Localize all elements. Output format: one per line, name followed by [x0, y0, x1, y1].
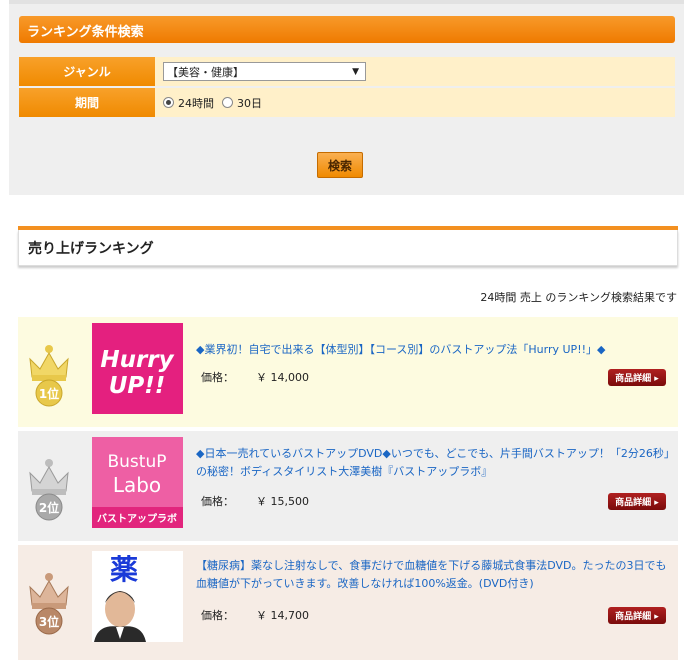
rank-badge-2: 2位 [39, 500, 59, 515]
product-title-link-1[interactable]: ◆業界初！自宅で出来る【体型別】【コース別】のバストアップ法「Hurry UP!… [196, 341, 671, 359]
price-value-1: ￥ 14,000 [256, 371, 309, 384]
genre-cell: 【美容・健康】 ▼ [155, 57, 675, 86]
genre-row: ジャンル 【美容・健康】 ▼ [19, 57, 675, 86]
price-label-1: 価格： [201, 371, 234, 384]
svg-text:Labo: Labo [113, 473, 161, 497]
price-label-2: 価格： [201, 495, 234, 508]
silver-crown-icon: 2位 [29, 459, 69, 521]
price-label-3: 価格： [201, 609, 234, 622]
price-value-3: ￥ 14,700 [256, 609, 309, 622]
search-panel: ランキング条件検索 ジャンル 【美容・健康】 ▼ 期間 24時間 30日 検索 [9, 0, 684, 195]
search-button[interactable]: 検索 [317, 152, 363, 178]
svg-text:UP!!: UP!! [109, 373, 166, 399]
period-cell: 24時間 30日 [155, 88, 675, 117]
result-caption: 24時間 売上 のランキング検索結果です [480, 291, 677, 304]
bronze-crown-icon: 3位 [29, 573, 69, 635]
product-title-link-3[interactable]: 【糖尿病】薬なし注射なしで、食事だけで血糖値を下げる藤城式食事法DVD。たったの… [196, 557, 671, 593]
period-row: 期間 24時間 30日 [19, 88, 675, 117]
period-radio-30d[interactable] [222, 97, 233, 108]
ranking-item-2: 2位 BustuP Labo バストアップラボ ◆日本一売れているバストアップD… [18, 431, 678, 541]
period-option-30d: 30日 [237, 96, 262, 110]
ranking-item-1: 1位 Hurry UP!! ◆業界初！自宅で出来る【体型別】【コース別】のバスト… [18, 317, 678, 427]
genre-select-value: 【美容・健康】 [167, 65, 244, 79]
ranking-item-3: 3位 薬 【糖尿病】薬なし注射なしで、食事だけで血糖値を下げる藤城式食事法DVD… [18, 545, 678, 660]
product-title-link-2[interactable]: ◆日本一売れているバストアップDVD◆いつでも、どこでも、片手間バストアップ！「… [196, 445, 671, 481]
gold-crown-icon: 1位 [29, 345, 69, 407]
detail-button-2[interactable]: 商品詳細 ▸ [608, 493, 666, 510]
genre-label: ジャンル [19, 57, 155, 86]
condition-table: ジャンル 【美容・健康】 ▼ 期間 24時間 30日 [19, 57, 675, 119]
svg-text:BustuP: BustuP [108, 452, 167, 472]
ranking-title: 売り上げランキング [18, 230, 678, 266]
period-radio-24h[interactable] [163, 97, 174, 108]
period-option-24h: 24時間 [178, 96, 214, 110]
dropdown-arrow-icon: ▼ [352, 66, 359, 77]
rank-badge-1: 1位 [39, 386, 59, 401]
period-label: 期間 [19, 88, 155, 117]
product-image-3[interactable]: 薬 [92, 551, 183, 642]
search-header: ランキング条件検索 [19, 16, 675, 43]
svg-text:Hurry: Hurry [100, 347, 174, 373]
detail-button-1[interactable]: 商品詳細 ▸ [608, 369, 666, 386]
rank-badge-3: 3位 [39, 614, 59, 629]
product-image-2[interactable]: BustuP Labo バストアップラボ [92, 437, 183, 528]
genre-select[interactable]: 【美容・健康】 ▼ [163, 62, 366, 81]
svg-text:薬: 薬 [110, 553, 138, 586]
svg-text:バストアップラボ: バストアップラボ [97, 512, 177, 525]
product-image-1[interactable]: Hurry UP!! [92, 323, 183, 414]
detail-button-3[interactable]: 商品詳細 ▸ [608, 607, 666, 624]
ranking-title-text: 売り上げランキング [28, 241, 154, 257]
price-value-2: ￥ 15,500 [256, 495, 309, 508]
